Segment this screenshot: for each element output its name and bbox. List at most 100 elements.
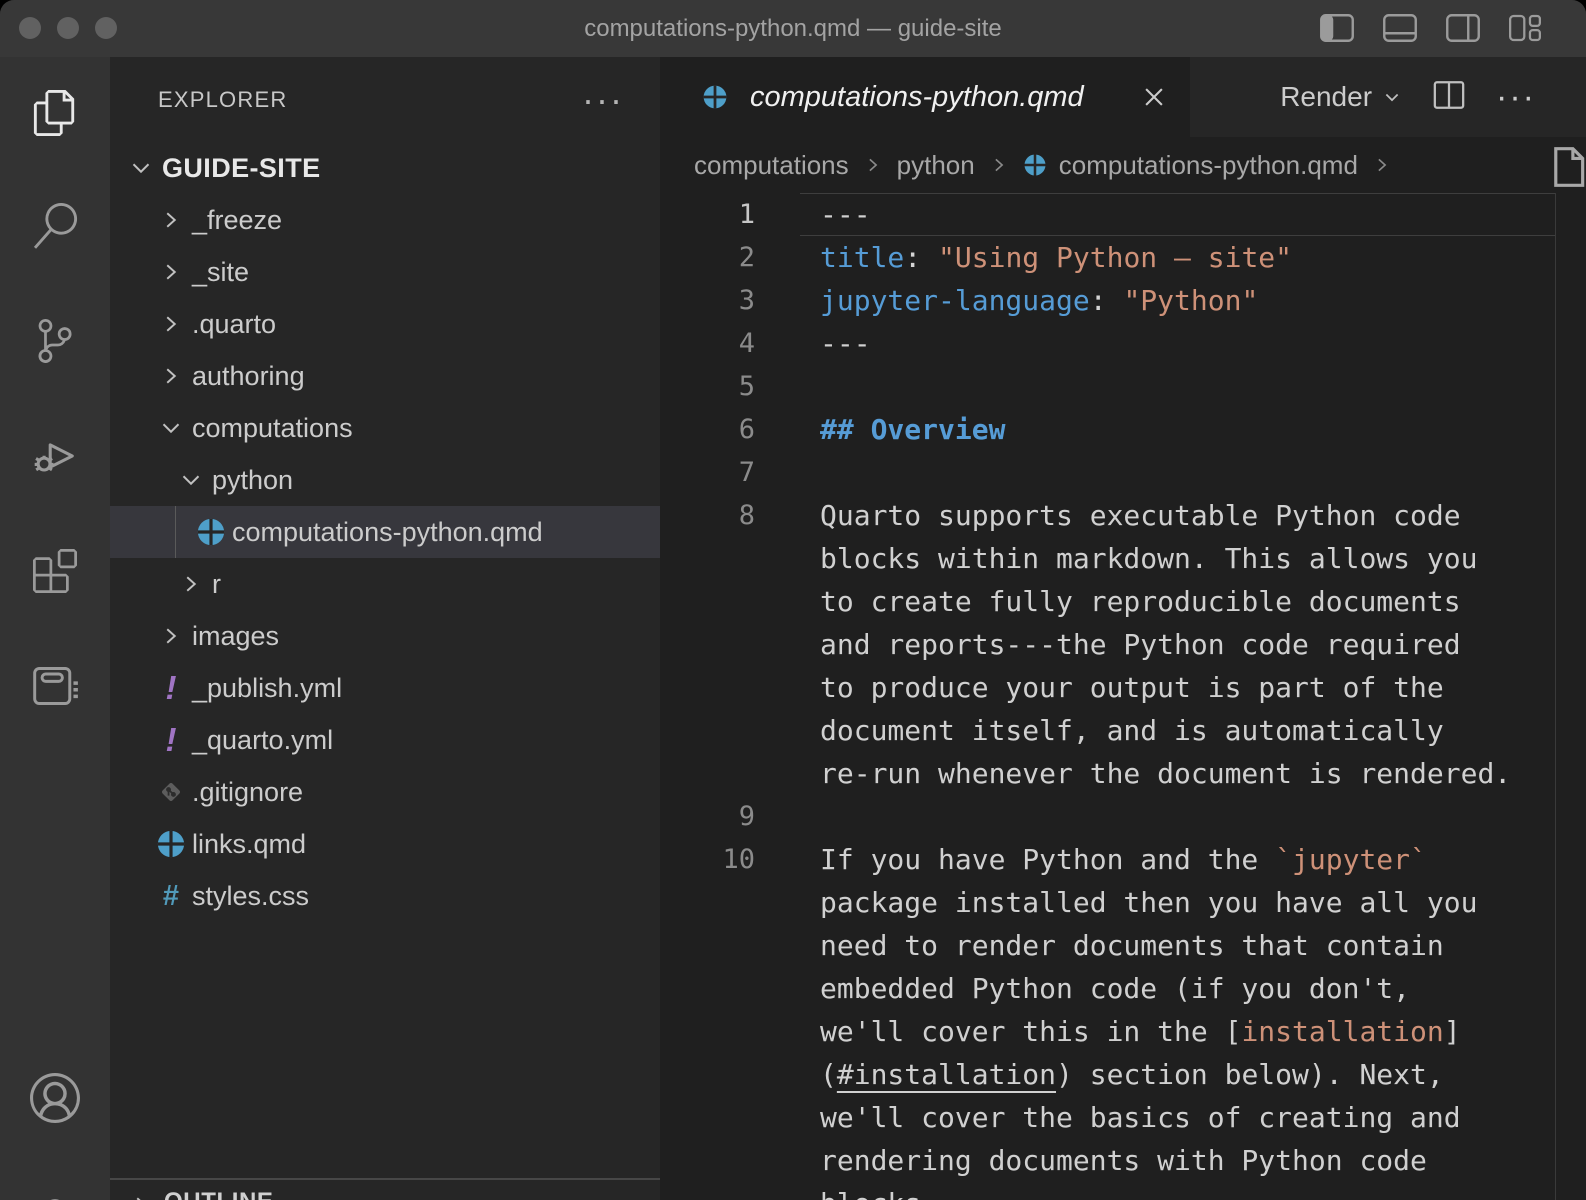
tree-item-label: r bbox=[212, 569, 221, 600]
code-line: package installed then you have all you bbox=[660, 881, 1586, 924]
chevron-right-icon bbox=[154, 359, 188, 393]
line-number bbox=[660, 881, 800, 924]
code-line: 5 bbox=[660, 365, 1586, 408]
tree-item-guide-site[interactable]: GUIDE-SITE bbox=[110, 142, 660, 194]
line-number bbox=[660, 1096, 800, 1139]
activity-search[interactable] bbox=[30, 203, 80, 253]
toggle-primary-sidebar-icon[interactable] bbox=[1319, 13, 1355, 48]
tree-item--quarto-yml[interactable]: !_quarto.yml bbox=[110, 714, 660, 766]
code-text: If you have Python and the `jupyter` bbox=[800, 838, 1427, 881]
chevron-right-icon bbox=[154, 307, 188, 341]
breadcrumb-item[interactable]: python bbox=[897, 150, 975, 181]
chevron-right-icon bbox=[863, 155, 883, 175]
activity-manage[interactable] bbox=[30, 1187, 80, 1200]
tree-item--gitignore[interactable]: .gitignore bbox=[110, 766, 660, 818]
window-controls bbox=[19, 17, 117, 39]
code-text: blocks bbox=[800, 1182, 921, 1200]
tree-item-computations[interactable]: computations bbox=[110, 402, 660, 454]
code-text: jupyter-language: "Python" bbox=[800, 279, 1258, 322]
close-icon[interactable] bbox=[1140, 83, 1168, 111]
split-editor-icon[interactable] bbox=[1432, 79, 1466, 116]
tree-item-label: links.qmd bbox=[192, 829, 306, 860]
more-actions-icon[interactable]: ··· bbox=[582, 90, 624, 110]
line-number bbox=[660, 967, 800, 1010]
code-text: rendering documents with Python code bbox=[800, 1139, 1427, 1182]
more-actions-icon[interactable]: ··· bbox=[1496, 78, 1536, 117]
customize-layout-icon[interactable] bbox=[1508, 13, 1542, 48]
code-line: re-run whenever the document is rendered… bbox=[660, 752, 1586, 795]
render-label: Render bbox=[1280, 81, 1372, 113]
code-text: Quarto supports executable Python code bbox=[800, 494, 1461, 537]
tree-item--quarto[interactable]: .quarto bbox=[110, 298, 660, 350]
zoom-window-button[interactable] bbox=[95, 17, 117, 39]
tree-item-label: computations bbox=[192, 413, 353, 444]
titlebar: computations-python.qmd — guide-site bbox=[0, 0, 1586, 57]
line-number bbox=[660, 752, 800, 795]
tree-item--publish-yml[interactable]: !_publish.yml bbox=[110, 662, 660, 714]
code-text: we'll cover this in the [installation] bbox=[800, 1010, 1461, 1053]
line-number bbox=[660, 666, 800, 709]
code-text: package installed then you have all you bbox=[800, 881, 1477, 924]
breadcrumb-item[interactable]: computations-python.qmd bbox=[1023, 150, 1358, 181]
minimize-window-button[interactable] bbox=[57, 17, 79, 39]
page-icon bbox=[1548, 145, 1586, 196]
code-text: and reports---the Python code required bbox=[800, 623, 1461, 666]
code-text: we'll cover the basics of creating and bbox=[800, 1096, 1461, 1139]
tree-item--freeze[interactable]: _freeze bbox=[110, 194, 660, 246]
tree-item-python[interactable]: python bbox=[110, 454, 660, 506]
tree-item-links-qmd[interactable]: links.qmd bbox=[110, 818, 660, 870]
code-line: 1--- bbox=[660, 193, 1586, 236]
quarto-icon bbox=[154, 827, 188, 861]
code-line: to produce your output is part of the bbox=[660, 666, 1586, 709]
current-line-highlight bbox=[800, 193, 1555, 236]
activity-notebook[interactable] bbox=[30, 663, 80, 713]
line-number: 4 bbox=[660, 322, 800, 365]
line-number bbox=[660, 537, 800, 580]
tab-computations-python[interactable]: computations-python.qmd bbox=[660, 57, 1190, 137]
code-line: blocks within markdown. This allows you bbox=[660, 537, 1586, 580]
tree-item-label: .gitignore bbox=[192, 777, 303, 808]
tab-label: computations-python.qmd bbox=[750, 81, 1084, 114]
breadcrumb-item[interactable]: computations bbox=[694, 150, 849, 181]
activity-account[interactable] bbox=[30, 1075, 80, 1125]
activity-extensions[interactable] bbox=[30, 548, 80, 598]
line-number bbox=[660, 1053, 800, 1096]
line-number bbox=[660, 709, 800, 752]
code-text bbox=[800, 795, 820, 838]
line-number: 8 bbox=[660, 494, 800, 537]
account-icon bbox=[30, 1073, 80, 1128]
editor-group: computations-python.qmd Render ··· bbox=[660, 57, 1586, 1200]
outline-label: OUTLINE bbox=[164, 1188, 274, 1200]
render-button[interactable]: Render bbox=[1280, 81, 1402, 113]
close-window-button[interactable] bbox=[19, 17, 41, 39]
code-line: we'll cover the basics of creating and bbox=[660, 1096, 1586, 1139]
tree-item-authoring[interactable]: authoring bbox=[110, 350, 660, 402]
chevron-down-icon bbox=[174, 463, 208, 497]
tab-bar: computations-python.qmd Render ··· bbox=[660, 57, 1586, 137]
workbench: EXPLORER ··· GUIDE-SITE_freeze_site.quar… bbox=[0, 57, 1586, 1200]
tree-item-r[interactable]: r bbox=[110, 558, 660, 610]
tree-item-computations-python-qmd[interactable]: computations-python.qmd bbox=[110, 506, 660, 558]
toggle-secondary-sidebar-icon[interactable] bbox=[1445, 13, 1481, 48]
toggle-panel-icon[interactable] bbox=[1382, 13, 1418, 48]
activity-source-control[interactable] bbox=[30, 318, 80, 368]
tree-item-label: _publish.yml bbox=[192, 673, 342, 704]
tree-item-styles-css[interactable]: #styles.css bbox=[110, 870, 660, 922]
code-line: embedded Python code (if you don't, bbox=[660, 967, 1586, 1010]
code-line: 2title: "Using Python — site" bbox=[660, 236, 1586, 279]
activity-run-debug[interactable] bbox=[30, 433, 80, 483]
editor-actions: Render ··· bbox=[1280, 57, 1586, 137]
chevron-right-icon bbox=[124, 1188, 158, 1200]
code-line: 6## Overview bbox=[660, 408, 1586, 451]
code-editor[interactable]: 1---2title: "Using Python — site"3jupyte… bbox=[660, 193, 1586, 1200]
activity-explorer[interactable] bbox=[30, 90, 80, 140]
line-number: 3 bbox=[660, 279, 800, 322]
tree-item-images[interactable]: images bbox=[110, 610, 660, 662]
chevron-right-icon bbox=[989, 155, 1009, 175]
code-line: 7 bbox=[660, 451, 1586, 494]
outline-section-header[interactable]: OUTLINE bbox=[110, 1180, 660, 1200]
chevron-right-icon bbox=[174, 567, 208, 601]
activity-bar bbox=[0, 57, 110, 1200]
code-text: need to render documents that contain bbox=[800, 924, 1444, 967]
tree-item--site[interactable]: _site bbox=[110, 246, 660, 298]
